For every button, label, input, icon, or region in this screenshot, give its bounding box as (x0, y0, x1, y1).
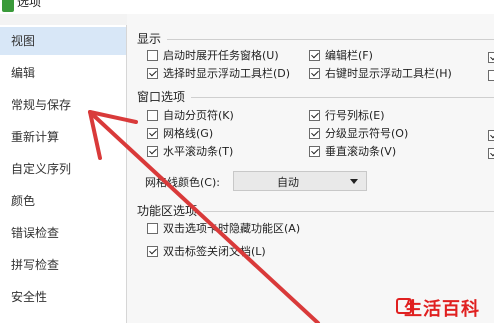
sidebar-item-color[interactable]: 颜色 (0, 187, 126, 215)
checkbox[interactable] (488, 52, 494, 63)
sidebar-item-spell-check[interactable]: 拼写检查 (0, 251, 126, 279)
chevron-down-icon (350, 179, 358, 184)
checkbox[interactable] (488, 70, 494, 81)
checkbox[interactable] (147, 110, 158, 121)
gridline-color-value: 自动 (277, 176, 299, 189)
checkbox[interactable] (147, 223, 158, 234)
checkbox[interactable] (488, 148, 494, 159)
gridline-color-label: 网格线颜色(C): (145, 176, 220, 189)
checkbox[interactable] (309, 146, 320, 157)
section-divider (203, 211, 494, 212)
watermark: 生活百科 (384, 290, 494, 323)
sidebar-item-recalculate[interactable]: 重新计算 (0, 123, 126, 151)
gridline-color-select[interactable]: 自动 (233, 171, 367, 191)
sidebar-item-error-check[interactable]: 错误检查 (0, 219, 126, 247)
checkbox[interactable] (147, 246, 158, 257)
sidebar-item-view[interactable]: 视图 (0, 27, 126, 55)
title-bar: 选项 (0, 0, 494, 14)
checkbox[interactable] (309, 50, 320, 61)
sidebar: 视图 编辑 常规与保存 重新计算 自定义序列 颜色 错误检查 拼写检查 安全性 (0, 25, 127, 323)
checkbox[interactable] (147, 68, 158, 79)
display-section-title: 显示 (137, 32, 162, 46)
sidebar-item-edit[interactable]: 编辑 (0, 59, 126, 87)
checkbox[interactable] (309, 128, 320, 139)
checkbox[interactable] (488, 130, 494, 141)
section-divider (191, 97, 494, 98)
sidebar-item-security[interactable]: 安全性 (0, 283, 126, 311)
checkbox[interactable] (309, 68, 320, 79)
checkbox[interactable] (147, 50, 158, 61)
ribbon-section-title: 功能区选项 (137, 204, 198, 218)
window-title: 选项 (17, 0, 42, 9)
checkbox[interactable] (147, 128, 158, 139)
checkbox[interactable] (147, 146, 158, 157)
window-options-section-title: 窗口选项 (137, 90, 186, 104)
app-icon (2, 0, 14, 12)
watermark-text: 生活百科 (404, 299, 480, 320)
sidebar-item-custom-lists[interactable]: 自定义序列 (0, 155, 126, 183)
section-divider (167, 39, 494, 40)
checkbox[interactable] (309, 110, 320, 121)
options-panel: 显示 启动时展开任务窗格(U) 编辑栏(F) 选择时显示浮动工具栏(D) 右键时… (127, 14, 494, 323)
sidebar-item-general-save[interactable]: 常规与保存 (0, 91, 126, 119)
